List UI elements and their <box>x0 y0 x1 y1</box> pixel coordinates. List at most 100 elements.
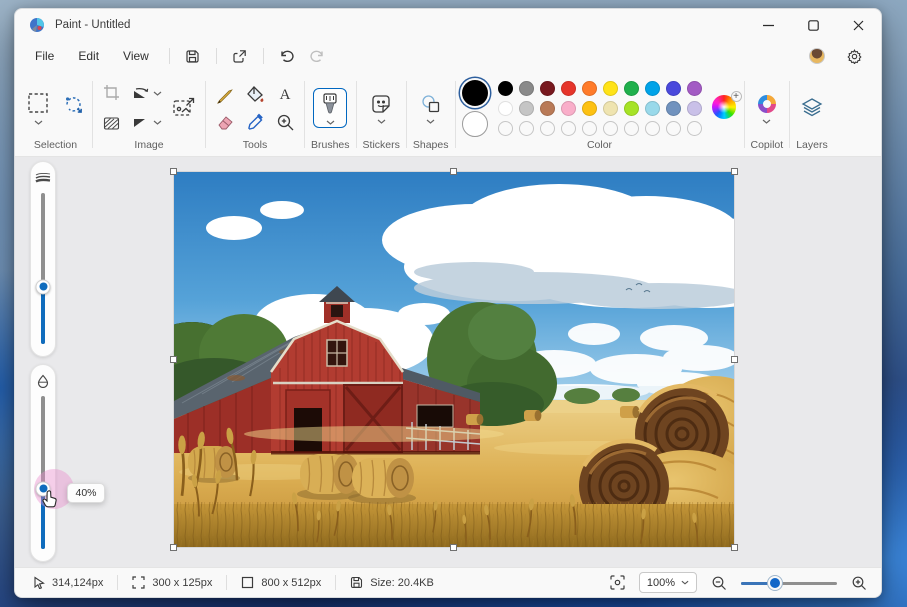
palette-empty-slot[interactable] <box>645 121 660 136</box>
zoom-out-button[interactable] <box>709 573 729 593</box>
magnifier-tool[interactable] <box>272 110 298 134</box>
crop-tool[interactable] <box>101 82 122 103</box>
shapes-chevron <box>426 119 435 124</box>
shapes-button[interactable] <box>418 91 444 126</box>
palette-empty-slot[interactable] <box>687 121 702 136</box>
maximize-button[interactable] <box>791 9 836 41</box>
palette-color-swatch[interactable] <box>582 101 597 116</box>
close-button[interactable] <box>836 9 881 41</box>
shapes-group-label: Shapes <box>413 139 449 151</box>
save-button[interactable] <box>178 44 208 68</box>
selection-handle-mid-right[interactable] <box>731 356 738 363</box>
palette-color-swatch[interactable] <box>561 81 576 96</box>
palette-empty-slot[interactable] <box>603 121 618 136</box>
palette-color-swatch[interactable] <box>624 101 639 116</box>
account-avatar[interactable] <box>809 48 825 64</box>
palette-color-swatch[interactable] <box>519 101 534 116</box>
palette-empty-slot[interactable] <box>582 121 597 136</box>
selection-handle-mid-left[interactable] <box>170 356 177 363</box>
selection-handle-top-center[interactable] <box>450 168 457 175</box>
group-shapes: Shapes <box>409 73 453 156</box>
size-slider-track[interactable] <box>41 193 45 344</box>
copilot-chevron <box>762 119 771 124</box>
zoom-slider-thumb[interactable] <box>768 576 782 590</box>
selection-handle-bottom-left[interactable] <box>170 544 177 551</box>
settings-gear-icon[interactable] <box>839 44 869 68</box>
palette-color-swatch[interactable] <box>666 101 681 116</box>
canvas-size-icon <box>241 576 254 589</box>
palette-empty-slot[interactable] <box>540 121 555 136</box>
selection-handle-bottom-center[interactable] <box>450 544 457 551</box>
minimize-button[interactable] <box>746 9 791 41</box>
menu-edit[interactable]: Edit <box>66 44 111 68</box>
palette-color-swatch[interactable] <box>687 101 702 116</box>
palette-empty-slot[interactable] <box>561 121 576 136</box>
palette-color-swatch[interactable] <box>603 101 618 116</box>
selection-dropdown-chevron[interactable] <box>32 118 45 127</box>
pencil-tool[interactable] <box>212 82 238 106</box>
palette-color-swatch[interactable] <box>603 81 618 96</box>
size-slider-panel <box>30 161 56 357</box>
palette-color-swatch[interactable] <box>498 101 513 116</box>
eyedropper-tool[interactable] <box>242 110 268 134</box>
palette-row-3 <box>498 121 702 136</box>
palette-color-swatch[interactable] <box>645 101 660 116</box>
free-rotate-tool[interactable] <box>61 92 86 117</box>
flip-horizontal-tool[interactable] <box>130 84 152 103</box>
share-button[interactable] <box>225 44 255 68</box>
divider <box>216 48 217 64</box>
file-size-indicator: Size: 20.4KB <box>336 576 448 589</box>
zoom-level-dropdown[interactable]: 100% <box>639 572 697 593</box>
cursor-icon <box>33 576 45 589</box>
selection-handle-bottom-right[interactable] <box>731 544 738 551</box>
edit-colors-wheel[interactable]: + <box>712 95 738 121</box>
tools-group-label: Tools <box>243 139 268 151</box>
palette-empty-slot[interactable] <box>624 121 639 136</box>
opacity-slider-track[interactable] <box>41 396 45 549</box>
eraser-tool[interactable] <box>212 110 238 134</box>
palette-color-swatch[interactable] <box>645 81 660 96</box>
rectangle-select-tool[interactable] <box>25 90 51 116</box>
text-tool[interactable]: A <box>272 82 298 106</box>
palette-empty-slot[interactable] <box>666 121 681 136</box>
drawing-canvas[interactable] <box>174 172 734 547</box>
palette-color-swatch[interactable] <box>498 81 513 96</box>
opacity-slider-thumb[interactable] <box>36 481 51 496</box>
fill-tool[interactable] <box>242 82 268 106</box>
palette-color-swatch[interactable] <box>540 81 555 96</box>
flip-v-chevron[interactable] <box>153 120 162 125</box>
group-layers: Layers <box>792 73 832 156</box>
palette-color-swatch[interactable] <box>519 81 534 96</box>
window-title: Paint - Untitled <box>55 19 130 31</box>
palette-empty-slot[interactable] <box>498 121 513 136</box>
redo-button[interactable] <box>302 44 332 68</box>
copilot-button[interactable] <box>754 91 780 126</box>
group-image: Image <box>95 73 203 156</box>
stickers-button[interactable] <box>368 91 394 126</box>
menu-file[interactable]: File <box>23 44 66 68</box>
menu-view[interactable]: View <box>111 44 161 68</box>
flip-h-chevron[interactable] <box>153 91 162 96</box>
undo-button[interactable] <box>272 44 302 68</box>
remove-background-tool[interactable] <box>101 113 122 134</box>
layers-button[interactable] <box>798 94 826 122</box>
palette-color-swatch[interactable] <box>624 81 639 96</box>
palette-empty-slot[interactable] <box>519 121 534 136</box>
palette-color-swatch[interactable] <box>666 81 681 96</box>
background-color-swatch[interactable] <box>462 111 488 137</box>
palette-color-swatch[interactable] <box>687 81 702 96</box>
foreground-color-swatch[interactable] <box>462 80 488 106</box>
resize-image-tool[interactable] <box>170 95 198 121</box>
palette-color-swatch[interactable] <box>582 81 597 96</box>
zoom-dropdown-chevron <box>681 580 689 585</box>
zoom-in-button[interactable] <box>849 573 869 593</box>
fit-to-screen-button[interactable] <box>608 573 627 592</box>
flip-vertical-tool[interactable] <box>130 113 152 132</box>
palette-color-swatch[interactable] <box>540 101 555 116</box>
selection-handle-top-right[interactable] <box>731 168 738 175</box>
palette-color-swatch[interactable] <box>561 101 576 116</box>
brushes-button[interactable] <box>313 88 347 128</box>
selection-handle-top-left[interactable] <box>170 168 177 175</box>
size-slider-thumb[interactable] <box>36 279 51 294</box>
zoom-slider[interactable] <box>741 575 837 591</box>
